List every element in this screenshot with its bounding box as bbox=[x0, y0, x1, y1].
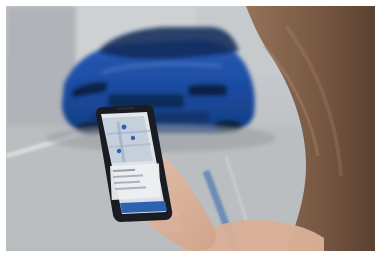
photo-frame: hand-holding-smartphone-in-front-of-car bbox=[6, 6, 375, 251]
scene-illustration bbox=[6, 6, 375, 251]
vignette bbox=[6, 6, 375, 251]
